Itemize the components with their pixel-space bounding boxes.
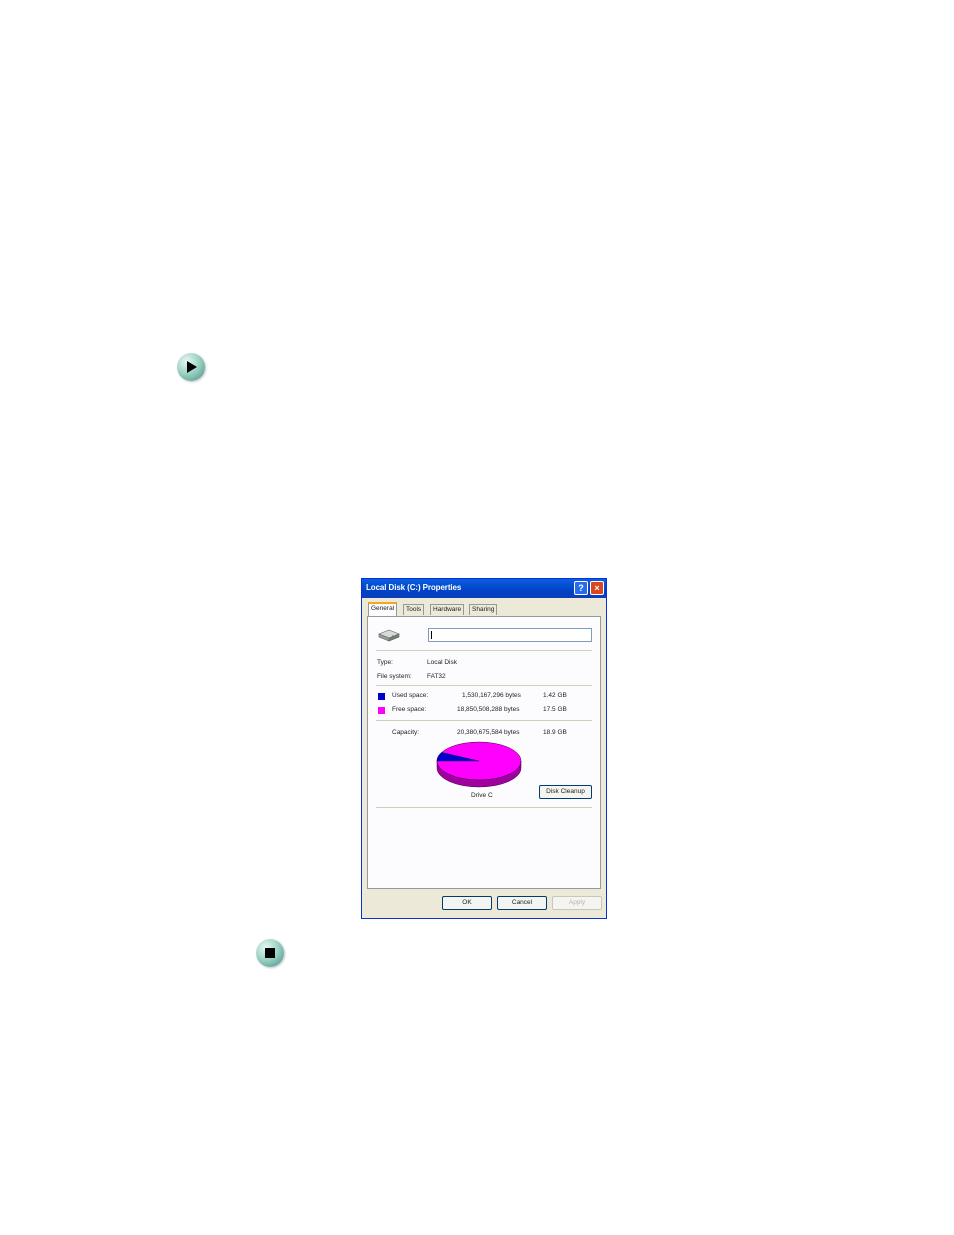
separator bbox=[376, 650, 592, 651]
tab-sharing[interactable]: Sharing bbox=[469, 604, 498, 615]
cancel-button[interactable]: Cancel bbox=[497, 896, 547, 910]
tab-hardware[interactable]: Hardware bbox=[430, 604, 465, 615]
used-space-swatch bbox=[378, 693, 385, 700]
drive-name-input[interactable] bbox=[428, 628, 592, 642]
tab-tools[interactable]: Tools bbox=[403, 604, 425, 615]
type-label: Type: bbox=[377, 659, 393, 666]
close-button[interactable]: × bbox=[590, 581, 604, 595]
capacity-size: 18.9 GB bbox=[543, 729, 567, 736]
stop-square-icon bbox=[256, 939, 284, 967]
hard-drive-icon bbox=[378, 629, 400, 642]
general-panel: Type: Local Disk File system: FAT32 Used… bbox=[367, 616, 601, 889]
free-space-size: 17.5 GB bbox=[543, 706, 567, 713]
tab-general[interactable]: General bbox=[368, 602, 398, 616]
type-value: Local Disk bbox=[427, 659, 457, 666]
properties-dialog: Local Disk (C:) Properties ? × General T… bbox=[361, 578, 607, 919]
drive-label: Drive C bbox=[471, 792, 493, 799]
dialog-title: Local Disk (C:) Properties bbox=[366, 583, 462, 592]
file-system-label: File system: bbox=[377, 673, 412, 680]
disk-usage-pie bbox=[436, 741, 522, 788]
separator bbox=[376, 720, 592, 721]
separator bbox=[376, 807, 592, 808]
arrow-right-icon bbox=[177, 353, 205, 381]
help-button[interactable]: ? bbox=[574, 581, 588, 595]
separator bbox=[376, 685, 592, 686]
title-bar[interactable]: Local Disk (C:) Properties ? × bbox=[362, 579, 606, 598]
capacity-bytes: 20,380,675,584 bytes bbox=[457, 729, 520, 736]
file-system-value: FAT32 bbox=[427, 673, 446, 680]
capacity-label: Capacity: bbox=[392, 729, 420, 736]
free-space-bytes: 18,850,508,288 bytes bbox=[457, 706, 520, 713]
disk-cleanup-button[interactable]: Disk Cleanup bbox=[539, 785, 592, 799]
apply-button: Apply bbox=[552, 896, 602, 910]
free-space-label: Free space: bbox=[392, 706, 427, 713]
used-space-size: 1.42 GB bbox=[543, 692, 567, 699]
used-space-label: Used space: bbox=[392, 692, 429, 699]
used-space-bytes: 1,530,167,296 bytes bbox=[462, 692, 521, 699]
text-caret bbox=[431, 631, 432, 639]
ok-button[interactable]: OK bbox=[442, 896, 492, 910]
free-space-swatch bbox=[378, 707, 385, 714]
